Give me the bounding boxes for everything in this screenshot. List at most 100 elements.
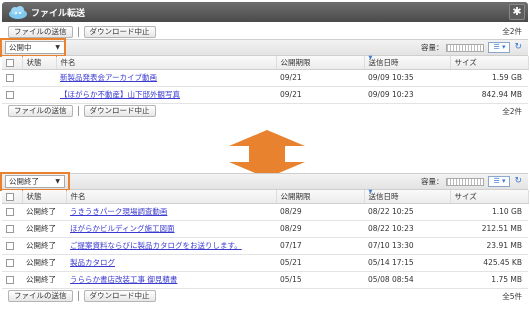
- column-header-sent[interactable]: ▼ 送信日時: [364, 189, 451, 204]
- row-subject-link[interactable]: ほがらかビルディング施工図面: [70, 224, 174, 233]
- row-subject-cell: ご提案資料ならびに製品カタログをお送りします。: [66, 237, 276, 255]
- row-subject-link[interactable]: 新製品発表会アーカイブ動画: [60, 73, 157, 82]
- top-toolbar: ファイルの送信 ダウンロード中止 全2件: [2, 24, 528, 39]
- row-subject-cell: うきうきパーク現場調査動画: [66, 203, 276, 221]
- row-checkbox-cell[interactable]: [2, 271, 22, 289]
- row-checkbox[interactable]: [6, 276, 14, 284]
- row-checkbox-cell[interactable]: [2, 220, 22, 238]
- top-panel: ファイルの送信 ダウンロード中止 全2件 公開中 ▼ 容量： ☰ ▾ ↻ 状態 …: [0, 24, 529, 119]
- row-checkbox[interactable]: [6, 259, 14, 267]
- row-sent: 08/22 10:25: [364, 203, 450, 221]
- row-status: 公開終了: [22, 203, 66, 221]
- reload-icon[interactable]: ↻: [514, 177, 522, 186]
- row-checkbox-cell[interactable]: [2, 203, 22, 221]
- table-row[interactable]: 公開終了 うららか書店改装工事 御見積書 05/15 05/08 08:54 1…: [2, 271, 528, 289]
- row-subject-cell: 製品カタログ: [66, 254, 276, 272]
- gear-icon[interactable]: ✱: [509, 4, 525, 20]
- row-sent: 05/08 08:54: [364, 271, 450, 289]
- column-header-status[interactable]: 状態: [22, 56, 57, 70]
- row-deadline: 08/29: [276, 203, 364, 221]
- column-header-deadline[interactable]: 公開期限: [276, 56, 365, 70]
- table-row[interactable]: 公開終了 ほがらかビルディング施工図面 08/29 08/22 10:23 21…: [2, 220, 528, 238]
- row-subject-cell: 【ほがらか不動産】山下邸外観写真: [56, 86, 276, 104]
- row-checkbox-cell[interactable]: [2, 237, 22, 255]
- row-status: 公開終了: [22, 254, 66, 272]
- file-table: 状態 件名 公開期限 ▼ 送信日時 サイズ 新製品発表会アーカイブ動画 09/21…: [2, 55, 529, 104]
- column-header-size[interactable]: サイズ: [450, 190, 529, 204]
- reload-icon[interactable]: ↻: [514, 43, 522, 52]
- row-checkbox-cell[interactable]: [2, 86, 22, 104]
- row-sent: 08/22 10:23: [364, 220, 450, 238]
- send-file-button[interactable]: ファイルの送信: [8, 25, 73, 38]
- select-all-cell[interactable]: [2, 56, 23, 70]
- select-all-cell[interactable]: [2, 190, 23, 204]
- table-row[interactable]: 【ほがらか不動産】山下邸外観写真 09/21 09/09 10:23 842.9…: [2, 86, 528, 104]
- stop-download-button[interactable]: ダウンロード中止: [83, 105, 156, 117]
- column-header-sent[interactable]: ▼ 送信日時: [364, 55, 451, 70]
- table-row[interactable]: 公開終了 製品カタログ 05/21 05/14 17:15 425.45 KB: [2, 254, 528, 272]
- item-count: 全5件: [502, 291, 522, 301]
- table-row[interactable]: 公開終了 うきうきパーク現場調査動画 08/29 08/22 10:25 1.1…: [2, 203, 528, 221]
- row-sent: 09/09 10:35: [364, 69, 450, 87]
- filter-bar: 公開終了 ▼ 容量： ☰ ▾ ↻: [0, 172, 528, 191]
- column-header-subject[interactable]: 件名: [66, 190, 277, 204]
- row-subject-link[interactable]: 製品カタログ: [70, 258, 115, 267]
- divider: [77, 106, 79, 116]
- row-checkbox[interactable]: [6, 91, 14, 99]
- row-subject-link[interactable]: うきうきパーク現場調査動画: [70, 207, 167, 216]
- row-checkbox[interactable]: [6, 74, 14, 82]
- row-subject-cell: うららか書店改装工事 御見積書: [66, 271, 276, 289]
- row-status: 公開終了: [22, 237, 66, 255]
- column-header-size[interactable]: サイズ: [450, 56, 529, 70]
- row-size: 425.45 KB: [450, 254, 528, 272]
- app-titlebar: ファイル転送 ✱: [2, 2, 528, 22]
- stop-download-button[interactable]: ダウンロード中止: [83, 290, 156, 302]
- row-deadline: 09/21: [276, 86, 364, 104]
- capacity-bar: [446, 177, 485, 186]
- filter-highlight: [0, 38, 66, 57]
- send-file-button[interactable]: ファイルの送信: [8, 290, 73, 302]
- row-checkbox[interactable]: [6, 242, 14, 250]
- filter-highlight: [0, 172, 70, 191]
- row-subject-link[interactable]: 【ほがらか不動産】山下邸外観写真: [60, 90, 180, 99]
- row-size: 842.94 MB: [450, 86, 528, 104]
- table-row[interactable]: 新製品発表会アーカイブ動画 09/21 09/09 10:35 1.59 GB: [2, 69, 528, 87]
- item-count: 全2件: [502, 27, 522, 36]
- row-subject-link[interactable]: うららか書店改装工事 御見積書: [70, 275, 177, 284]
- column-header-status[interactable]: 状態: [22, 190, 67, 204]
- capacity-label: 容量：: [420, 177, 444, 186]
- row-size: 1.75 MB: [450, 271, 528, 289]
- column-header-subject[interactable]: 件名: [56, 56, 277, 70]
- table-header: 状態 件名 公開期限 ▼ 送信日時 サイズ: [2, 189, 529, 204]
- view-toggle-button[interactable]: ☰ ▾: [488, 42, 511, 53]
- column-header-sent-label: 送信日時: [368, 191, 399, 201]
- row-subject-cell: 新製品発表会アーカイブ動画: [56, 69, 276, 87]
- table-row[interactable]: 公開終了 ご提案資料ならびに製品カタログをお送りします。 07/17 07/10…: [2, 237, 528, 255]
- bottom-toolbar: ファイルの送信 ダウンロード中止 全5件: [2, 289, 528, 304]
- row-checkbox[interactable]: [6, 225, 14, 233]
- view-toggle-button[interactable]: ☰ ▾: [488, 176, 511, 187]
- row-size: 23.91 MB: [450, 237, 528, 255]
- sort-indicator-icon: ▼: [368, 189, 373, 195]
- row-subject-link[interactable]: ご提案資料ならびに製品カタログをお送りします。: [70, 241, 242, 250]
- row-deadline: 05/15: [276, 271, 364, 289]
- row-sent: 05/14 17:15: [364, 254, 450, 272]
- capacity-bar: [446, 43, 485, 52]
- row-checkbox-cell[interactable]: [2, 254, 22, 272]
- stop-download-button[interactable]: ダウンロード中止: [83, 25, 156, 38]
- row-status: 公開終了: [22, 271, 66, 289]
- send-file-button[interactable]: ファイルの送信: [8, 105, 73, 117]
- row-size: 1.59 GB: [450, 69, 528, 87]
- sort-indicator-icon: ▼: [368, 55, 373, 61]
- capacity-indicator: 容量： ☰ ▾ ↻: [421, 176, 522, 187]
- row-checkbox[interactable]: [6, 208, 14, 216]
- row-deadline: 08/29: [276, 220, 364, 238]
- row-sent: 07/10 13:30: [364, 237, 450, 255]
- select-all-checkbox[interactable]: [6, 58, 14, 67]
- column-header-deadline[interactable]: 公開期限: [276, 190, 365, 204]
- row-deadline: 09/21: [276, 69, 364, 87]
- row-checkbox-cell[interactable]: [2, 69, 22, 87]
- capacity-label: 容量：: [420, 43, 444, 52]
- divider: [77, 26, 79, 37]
- select-all-checkbox[interactable]: [6, 192, 14, 201]
